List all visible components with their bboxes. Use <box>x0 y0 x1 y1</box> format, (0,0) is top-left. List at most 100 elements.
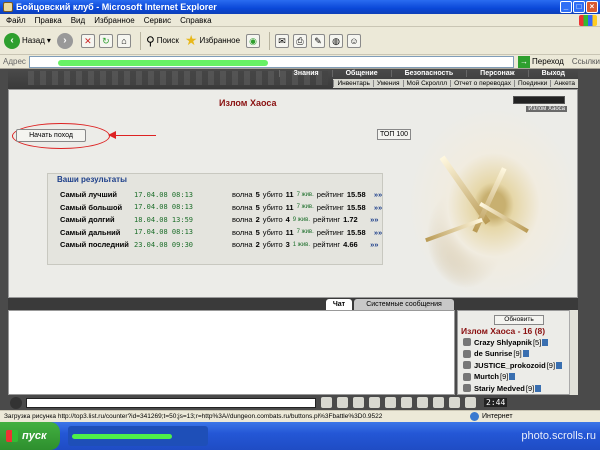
info-icon[interactable] <box>535 384 542 392</box>
nav-my-scroll[interactable]: Мой Скроллл <box>402 80 451 87</box>
nav-exit[interactable]: Выход <box>527 70 578 77</box>
crystal-artwork <box>392 90 577 297</box>
menu-help[interactable]: Справка <box>180 16 211 25</box>
anchor-icon[interactable] <box>369 397 380 408</box>
edit-icon[interactable]: ✎ <box>311 33 326 48</box>
smile-icon[interactable] <box>433 397 444 408</box>
nav-inventory[interactable]: Инвентарь <box>333 80 372 87</box>
result-date: 17.04.08 08:13 <box>134 203 194 211</box>
info-icon[interactable] <box>556 361 563 369</box>
menu-favorites[interactable]: Избранное <box>94 16 135 25</box>
search-icon: ⚲ <box>145 33 155 48</box>
wave-value: 5 <box>255 190 260 199</box>
kills-detail: 1 жив. <box>292 241 311 248</box>
print-icon[interactable]: ⎙ <box>293 33 308 48</box>
nav-knowledge[interactable]: Знания <box>279 70 331 77</box>
player-name: JUSTICE_prokozoid <box>474 360 546 370</box>
rating-word: рейтинг <box>313 215 341 224</box>
chat-input[interactable] <box>26 397 316 408</box>
book-icon[interactable] <box>465 397 476 408</box>
music-icon[interactable] <box>417 397 428 408</box>
settings-icon[interactable] <box>401 397 412 408</box>
wave-word: волна <box>232 190 253 199</box>
main-nav: Знания Общение Безопасность Персонаж Вых… <box>279 70 578 77</box>
info-icon[interactable] <box>522 350 529 357</box>
annotation-arrow <box>108 131 156 139</box>
favorites-button[interactable]: ★ Избранное <box>185 32 240 49</box>
player-item[interactable]: Murtch [9] <box>463 372 516 382</box>
forward-button[interactable]: › <box>56 32 75 49</box>
player-item[interactable]: de Sunrise [9] <box>463 349 529 359</box>
close-icon[interactable]: × <box>586 1 598 13</box>
wave-word: волна <box>232 227 253 237</box>
refresh-icon[interactable]: ↻ <box>98 33 113 48</box>
room-scrollbar[interactable] <box>569 310 578 395</box>
start-campaign-button[interactable]: Начать поход <box>16 129 86 142</box>
info-icon[interactable] <box>542 338 549 346</box>
menu-tools[interactable]: Сервис <box>144 16 171 25</box>
nav-profile[interactable]: Анкета <box>550 80 578 87</box>
media-icon[interactable]: ◉ <box>246 33 261 48</box>
rating-word: рейтинг <box>316 202 344 212</box>
info-icon[interactable] <box>509 373 516 380</box>
player-item[interactable]: Crazy Shlyapnik [5] <box>463 337 549 347</box>
clear-icon[interactable] <box>337 397 348 408</box>
go-button[interactable]: → Переход <box>518 55 564 68</box>
player-level: [9] <box>546 360 556 370</box>
tab-chat[interactable]: Чат <box>326 299 352 310</box>
top100-button[interactable]: ТОП 100 <box>377 129 411 140</box>
clan-icon <box>463 384 471 392</box>
nav-security[interactable]: Безопасность <box>390 70 467 77</box>
wave-value: 2 <box>255 240 260 249</box>
maximize-icon[interactable]: □ <box>573 1 585 13</box>
send-icon[interactable] <box>321 397 332 408</box>
refresh-button[interactable]: Обновить <box>494 315 544 325</box>
nav-fights[interactable]: Поединки <box>513 80 550 87</box>
walk-icon[interactable] <box>385 397 396 408</box>
nav-communication[interactable]: Общение <box>331 70 391 77</box>
links-button[interactable]: Ссылки <box>572 57 600 66</box>
mail-icon[interactable]: ✉ <box>275 33 290 48</box>
result-row: Самый дальний 17.04.08 08:13 волна 5 убито 11… <box>60 227 382 238</box>
nav-skills[interactable]: Умения <box>372 80 403 87</box>
go-arrow-icon: → <box>518 55 531 68</box>
more-link[interactable]: »» <box>370 215 378 224</box>
sub-nav: Инвентарь Умения Мой Скроллл Отчет о пер… <box>333 79 578 88</box>
minimize-icon[interactable]: _ <box>560 1 572 13</box>
killed-value: 4 <box>285 215 290 224</box>
windows-logo-icon <box>579 15 597 26</box>
more-link[interactable]: »» <box>370 240 378 249</box>
player-item[interactable]: Stariy Medved [9] <box>463 383 542 393</box>
more-link[interactable]: »» <box>374 203 382 212</box>
search-button[interactable]: ⚲ Поиск <box>146 34 179 48</box>
menu-file[interactable]: Файл <box>6 16 26 25</box>
more-link[interactable]: »» <box>374 190 382 199</box>
player-item[interactable]: JUSTICE_prokozoid [9] <box>463 360 563 370</box>
status-text: Загрузка рисунка http://top3.list.ru/cou… <box>4 413 383 420</box>
home-icon[interactable]: ⌂ <box>116 33 131 48</box>
nav-transfer-report[interactable]: Отчет о переводах <box>450 80 514 87</box>
result-label: Самый долгий <box>60 215 115 224</box>
taskbar-window-button[interactable] <box>68 426 208 446</box>
menu-view[interactable]: Вид <box>71 16 85 25</box>
discuss-icon[interactable]: ◍ <box>329 33 344 48</box>
messenger-icon[interactable]: ☺ <box>347 33 362 48</box>
stop-icon[interactable]: ✕ <box>80 33 95 48</box>
filter-icon[interactable] <box>353 397 364 408</box>
mini-hp-bar <box>513 96 565 104</box>
clan-icon <box>463 338 471 346</box>
room-panel: Обновить Излом Хаоса - 16 (8) Crazy Shly… <box>457 310 578 395</box>
nav-character[interactable]: Персонаж <box>466 70 527 77</box>
rune-icon[interactable] <box>449 397 460 408</box>
player-level: [9] <box>513 349 522 358</box>
more-link[interactable]: »» <box>374 228 382 237</box>
rating-word: рейтинг <box>316 227 344 237</box>
back-button[interactable]: ‹ Назад ▾ <box>4 32 51 49</box>
menu-edit[interactable]: Правка <box>35 16 62 25</box>
tab-system-messages[interactable]: Системные сообщения <box>354 299 454 310</box>
smiley-icon[interactable] <box>10 396 22 409</box>
kills-detail: 7 жив. <box>296 229 314 235</box>
result-label: Самый лучший <box>60 190 117 199</box>
start-button[interactable]: пуск <box>0 422 60 450</box>
address-input[interactable] <box>28 55 515 68</box>
